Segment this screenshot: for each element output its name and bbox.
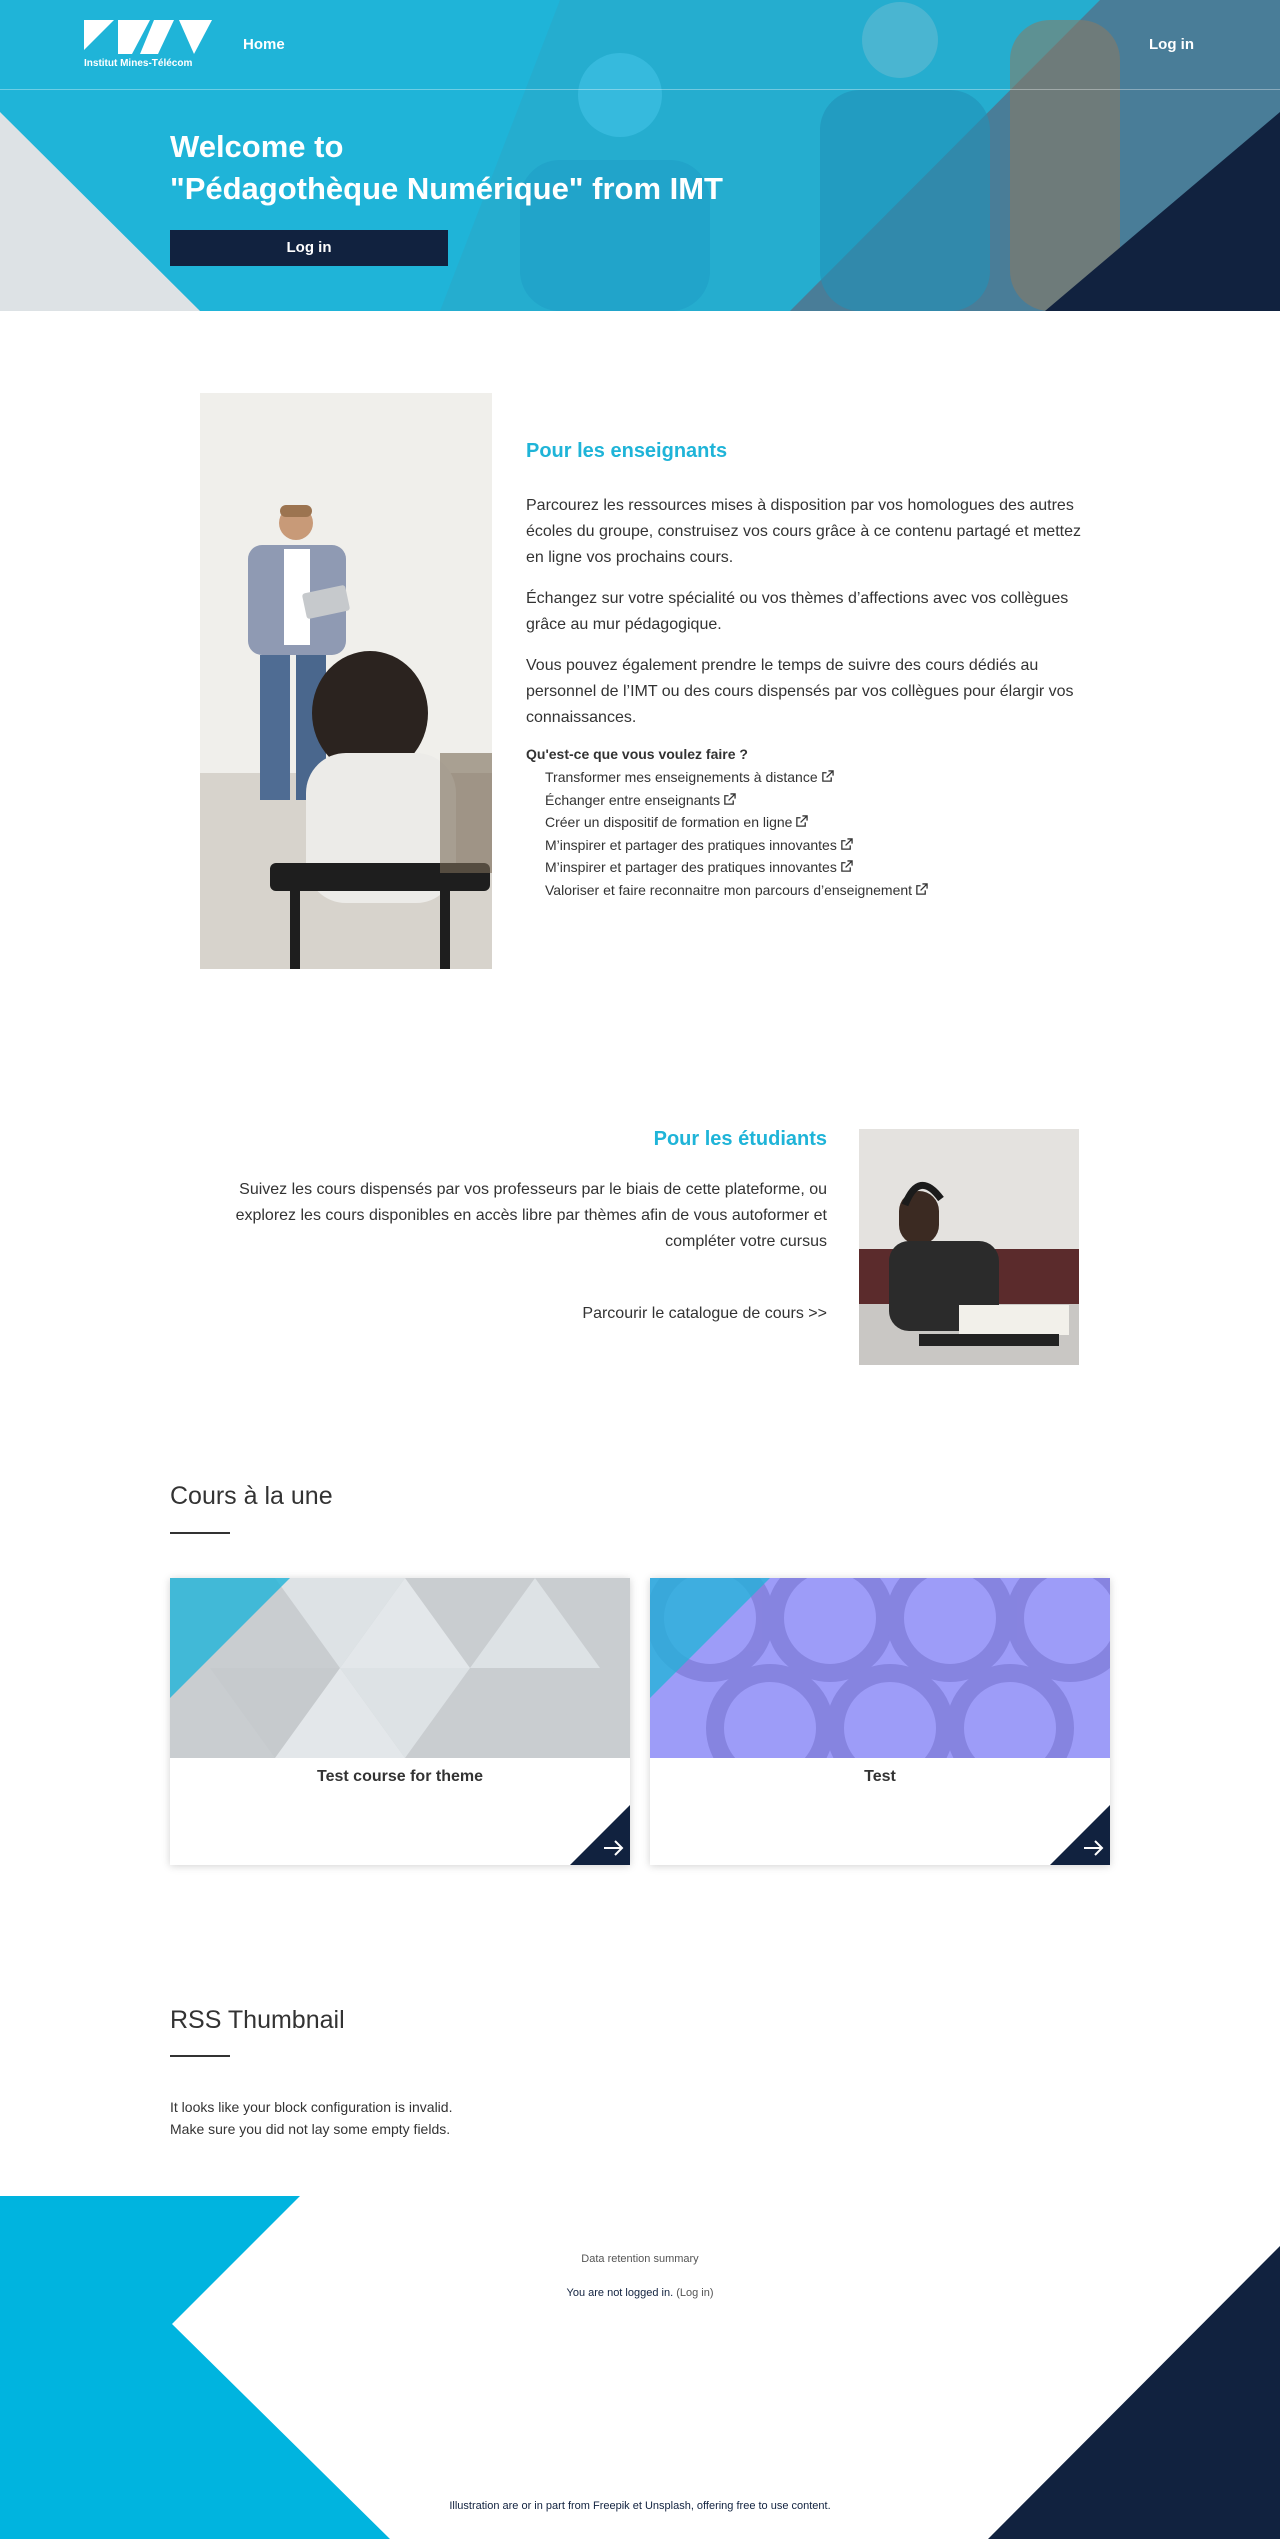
course-enter-button[interactable] — [570, 1805, 630, 1865]
action-item[interactable]: Transformer mes enseignements à distance — [545, 766, 1086, 789]
course-card[interactable]: Test — [650, 1578, 1110, 1865]
hero-title-line1: Welcome to — [170, 129, 344, 164]
action-link[interactable]: M’inspirer et partager des pratiques inn… — [545, 837, 837, 853]
action-item[interactable]: M’inspirer et partager des pratiques inn… — [545, 856, 1086, 879]
course-enter-button[interactable] — [1050, 1805, 1110, 1865]
teachers-question: Qu'est-ce que vous voulez faire ? — [526, 746, 748, 762]
teacher-photo-illustration — [200, 393, 492, 969]
action-item[interactable]: Valoriser et faire reconnaitre mon parco… — [545, 879, 1086, 902]
not-logged-text: You are not logged in. — [566, 2287, 674, 2299]
login-info: You are not logged in. (Log in) — [0, 2287, 1280, 2299]
hero-title-line2: "Pédagothèque Numérique" from IMT — [170, 171, 723, 206]
footer-background — [0, 2196, 1280, 2539]
action-item[interactable]: Échanger entre enseignants — [545, 789, 1086, 812]
students-section: Pour les étudiants Suivez les cours disp… — [195, 1128, 827, 1323]
logo-text: Institut Mines-Télécom — [84, 58, 193, 69]
rss-message-line1: It looks like your block configuration i… — [170, 2099, 453, 2115]
imt-logo-mark-icon — [84, 20, 212, 54]
hero-login-button[interactable]: Log in — [170, 230, 448, 266]
teacher-photo — [200, 393, 492, 969]
external-link-icon — [841, 837, 853, 850]
course-image — [170, 1578, 630, 1758]
student-photo — [859, 1129, 1079, 1365]
nav-login-link[interactable]: Log in — [1149, 36, 1194, 53]
action-link[interactable]: Créer un dispositif de formation en lign… — [545, 814, 792, 830]
nav-home-link[interactable]: Home — [243, 36, 285, 53]
external-link-icon — [841, 860, 853, 872]
teachers-title: Pour les enseignants — [526, 440, 728, 462]
external-link-icon — [916, 882, 928, 895]
action-link[interactable]: Valoriser et faire reconnaitre mon parco… — [545, 882, 912, 898]
action-link[interactable]: M’inspirer et partager des pratiques inn… — [545, 859, 837, 875]
course-name[interactable]: Test — [650, 1768, 1110, 1786]
action-item[interactable]: Créer un dispositif de formation en lign… — [545, 811, 1086, 834]
external-link-icon — [821, 770, 834, 782]
teachers-paragraph-1: Parcourez les ressources mises à disposi… — [526, 497, 1081, 566]
rss-message-line2: Make sure you did not lay some empty fie… — [170, 2121, 451, 2137]
external-link-icon — [724, 792, 736, 805]
teachers-section: Pour les enseignants Parcourez les resso… — [526, 440, 1086, 901]
action-link[interactable]: Transformer mes enseignements à distance — [545, 769, 818, 785]
page-footer: Data retention summary You are not logge… — [0, 2196, 1280, 2539]
teachers-action-list: Transformer mes enseignements à distance… — [526, 766, 1086, 901]
course-name[interactable]: Test course for theme — [170, 1768, 630, 1786]
teachers-paragraph-2: Échangez sur votre spécialité ou vos thè… — [526, 590, 1069, 633]
rss-message: It looks like your block configuration i… — [170, 2096, 452, 2140]
action-item[interactable]: M’inspirer et partager des pratiques inn… — [545, 834, 1086, 857]
featured-courses-title: Cours à la une — [170, 1482, 333, 1510]
hero-banner: Institut Mines-Télécom Home Log in Welco… — [0, 0, 1280, 311]
action-link[interactable]: Échanger entre enseignants — [545, 792, 720, 808]
course-card[interactable]: Test course for theme — [170, 1578, 630, 1865]
footer-credits: Illustration are or in part from Freepik… — [449, 2500, 831, 2512]
imt-logo[interactable]: Institut Mines-Télécom — [84, 20, 214, 72]
student-photo-illustration — [859, 1129, 1079, 1365]
data-retention-link[interactable]: Data retention summary — [0, 2253, 1280, 2265]
featured-courses-rule — [170, 1532, 230, 1534]
external-link-icon — [796, 815, 809, 827]
hero-title: Welcome to "Pédagothèque Numérique" from… — [170, 126, 870, 210]
rss-rule — [170, 2055, 230, 2057]
rss-title: RSS Thumbnail — [170, 2006, 345, 2034]
course-image — [650, 1578, 1110, 1758]
catalogue-link[interactable]: Parcourir le catalogue de cours >> — [195, 1305, 827, 1323]
top-navbar: Institut Mines-Télécom Home Log in — [0, 0, 1280, 90]
footer-login-link[interactable]: (Log in) — [676, 2287, 713, 2299]
students-title: Pour les étudiants — [653, 1128, 827, 1150]
teachers-paragraph-3: Vous pouvez également prendre le temps d… — [526, 657, 1074, 726]
students-paragraph: Suivez les cours dispensés par vos profe… — [235, 1181, 827, 1250]
